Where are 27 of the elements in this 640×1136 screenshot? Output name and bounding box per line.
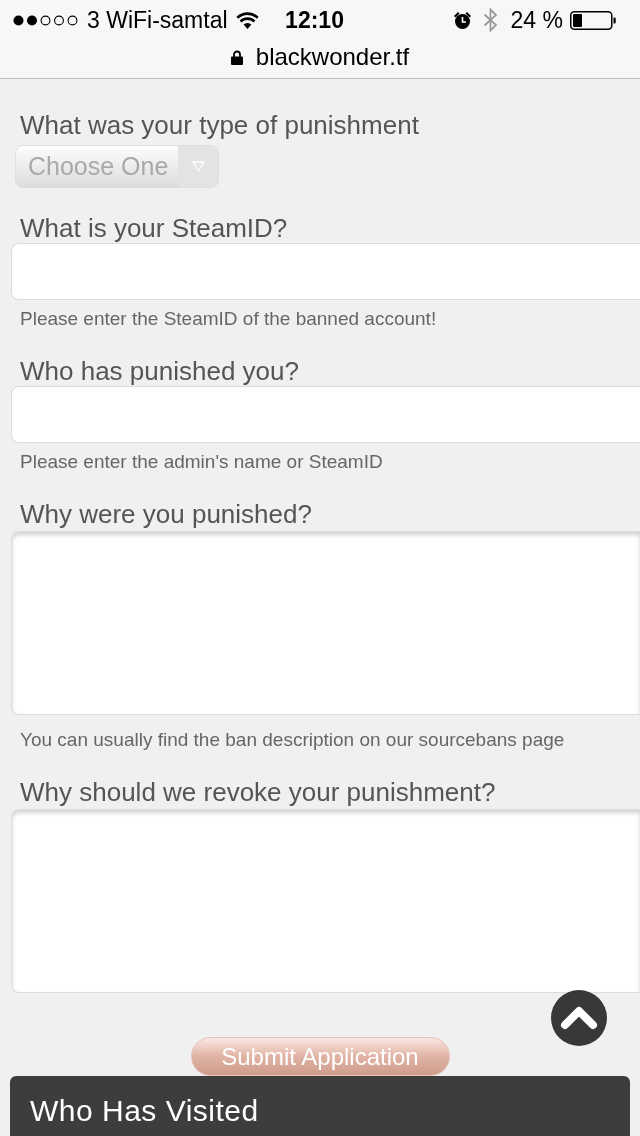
carrier-name: 3 WiFi-samtal — [87, 5, 228, 35]
lock-icon — [230, 49, 243, 65]
scroll-to-top-button[interactable] — [551, 990, 607, 1046]
signal-strength-icon — [13, 14, 79, 26]
chevron-up-icon — [560, 1006, 598, 1030]
dropdown[interactable]: Choose One — [15, 145, 219, 188]
wifi-icon — [235, 11, 259, 29]
clock-time: 12:10 — [285, 5, 344, 35]
field-label: Who has punished you? — [19, 356, 300, 386]
bluetooth-icon — [482, 8, 498, 32]
field-label: Why should we revoke your punishment? — [19, 777, 497, 807]
battery-icon — [570, 10, 616, 30]
text-input[interactable] — [11, 386, 640, 443]
help-text: Please enter the SteamID of the banned account! — [19, 307, 438, 331]
caret-icon — [191, 161, 205, 172]
field-label: Why were you punished? — [19, 499, 313, 529]
alarm-clock-icon — [452, 10, 472, 30]
text-input[interactable] — [11, 243, 640, 300]
text-area[interactable] — [11, 531, 640, 715]
panel-title: Who Has Visited — [30, 1096, 260, 1126]
help-text: You can usually find the ban description on our sourcebans page — [19, 728, 566, 752]
submit-button[interactable]: Submit Application — [190, 1037, 450, 1076]
field-label: What was your type of punishment — [19, 110, 420, 140]
battery-percentage: 24 % — [510, 5, 563, 35]
page-url[interactable]: blackwonder.tf — [255, 39, 410, 75]
help-text: Please enter the admin's name or SteamID — [19, 450, 384, 474]
field-label: What is your SteamID? — [19, 213, 289, 243]
